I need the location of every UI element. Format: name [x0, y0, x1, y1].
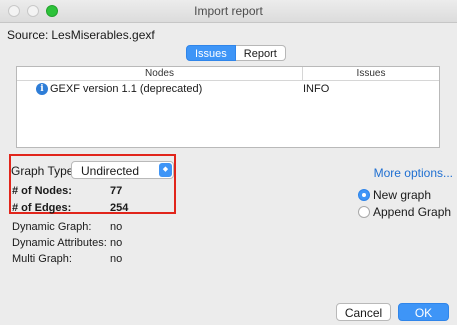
graph-type-label: Graph Type: [11, 164, 77, 178]
append-graph-label[interactable]: Append Graph [373, 205, 451, 219]
source-label: Source: [7, 28, 49, 42]
ok-button[interactable]: OK [398, 303, 449, 321]
column-header-issues[interactable]: Issues [303, 68, 439, 79]
source-line: Source: LesMiserables.gexf [7, 28, 155, 42]
dynamic-graph-label: Dynamic Graph: [12, 221, 92, 233]
chevron-updown-icon: ◆ [159, 163, 172, 177]
append-graph-radio[interactable] [358, 206, 370, 218]
source-filename: LesMiserables.gexf [51, 28, 155, 42]
issues-table: Nodes Issues i GEXF version 1.1 (depreca… [16, 66, 440, 148]
graph-type-select[interactable]: Undirected ◆ [71, 161, 174, 179]
dynamic-graph-value: no [110, 221, 123, 233]
multi-graph-label: Multi Graph: [12, 253, 72, 265]
table-row[interactable]: i GEXF version 1.1 (deprecated) INFO [17, 81, 439, 97]
cancel-button[interactable]: Cancel [336, 303, 391, 321]
tab-issues[interactable]: Issues [186, 45, 236, 61]
window-title: Import report [194, 4, 263, 18]
new-graph-radio[interactable] [358, 189, 370, 201]
tab-report[interactable]: Report [235, 45, 286, 61]
column-header-nodes[interactable]: Nodes [17, 68, 302, 79]
more-options-link[interactable]: More options... [374, 166, 453, 180]
view-tabs: Issues Report [186, 45, 286, 61]
issue-level: INFO [303, 83, 330, 95]
nodes-label: # of Nodes: [12, 185, 72, 197]
dynamic-attributes-value: no [110, 237, 123, 249]
graph-type-value: Undirected [81, 164, 140, 178]
table-header: Nodes Issues [17, 67, 439, 81]
info-icon: i [36, 83, 48, 95]
edges-count: 254 [110, 202, 129, 214]
nodes-count: 77 [110, 185, 123, 197]
multi-graph-value: no [110, 253, 123, 265]
new-graph-label[interactable]: New graph [373, 188, 431, 202]
dynamic-attributes-label: Dynamic Attributes: [12, 237, 107, 249]
edges-label: # of Edges: [12, 202, 72, 214]
title-bar: Import report [0, 0, 457, 23]
issue-message: GEXF version 1.1 (deprecated) [50, 83, 203, 95]
